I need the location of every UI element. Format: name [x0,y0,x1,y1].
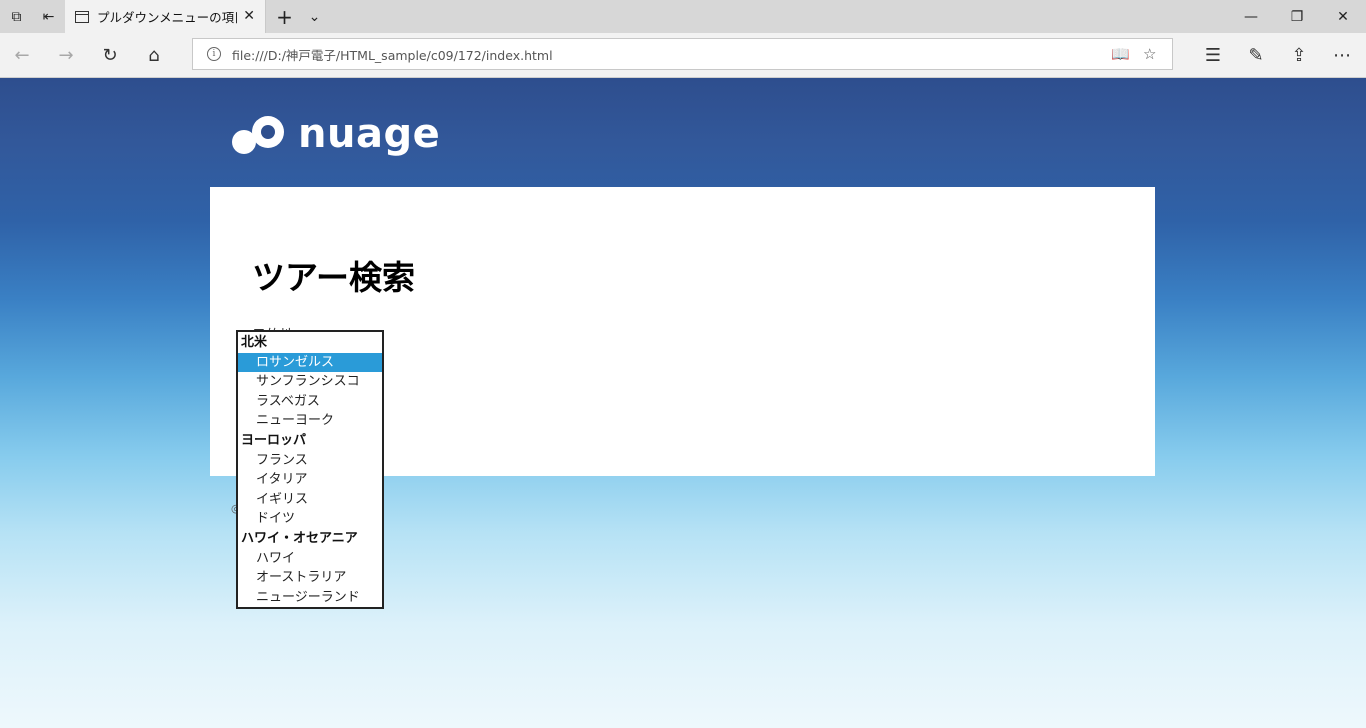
page-content: nuage ツアー検索 目的地 ◎ [0,78,1366,728]
optgroup-label: ヨーロッパ [241,432,307,448]
nav-bar: ← → ↻ ⌂ i file:///D:/神戸電子/HTML_sample/c0… [0,33,1366,78]
dropdown-option[interactable]: ロサンゼルス [238,352,382,373]
web-note-icon[interactable]: ✎ [1240,39,1272,71]
refresh-icon[interactable]: ↻ [94,39,126,71]
optgroup-label: ハワイ・オセアニア [241,530,358,546]
forward-icon[interactable]: → [50,39,82,71]
tab-bar: ⧉ ⇤ プルダウンメニューの項目を: ✕ + ⌄ — ❐ ✕ [0,0,1366,33]
new-tab-icon[interactable]: + [268,0,301,33]
url-text: file:///D:/神戸電子/HTML_sample/c09/172/inde… [232,47,553,63]
dropdown-option[interactable]: ハワイ [238,549,382,569]
restore-icon[interactable]: ❐ [1274,0,1320,33]
dropdown-option[interactable]: ニューヨーク [238,411,382,431]
tab-preview-chevron-icon[interactable]: ⌄ [298,0,331,33]
dropdown-option[interactable]: イギリス [238,490,382,510]
reading-view-icon[interactable]: 📖 [1111,45,1130,63]
favorite-star-icon[interactable]: ☆ [1143,45,1156,63]
destination-dropdown-list[interactable]: 北米ロサンゼルス サンフランシスコ ラスベガス ニューヨーク ヨーロッパフランス イタリア… [236,330,384,609]
optgroup-label: 北米 [241,335,268,350]
favorites-hub-icon[interactable]: ☰ [1197,39,1229,71]
page-icon [75,10,89,23]
close-window-icon[interactable]: ✕ [1320,0,1366,33]
dropdown-option[interactable]: フランス [238,451,382,471]
home-icon[interactable]: ⌂ [138,39,170,71]
page-title: ツアー検索 [252,258,416,297]
tab-manager-icon[interactable]: ⧉ [0,0,33,33]
browser-tab[interactable]: プルダウンメニューの項目を: ✕ [65,0,266,33]
close-tab-icon[interactable]: ✕ [243,8,255,24]
more-icon[interactable]: ⋯ [1326,39,1358,71]
dropdown-option[interactable]: サンフランシスコ [238,372,382,392]
info-icon[interactable]: i [207,47,221,61]
nuage-logo: nuage [230,110,440,158]
back-icon[interactable]: ← [6,39,38,71]
dropdown-option[interactable]: オーストラリア [238,568,382,588]
logo-text: nuage [298,111,441,157]
dropdown-option[interactable]: イタリア [238,470,382,490]
share-icon[interactable]: ⇪ [1283,39,1315,71]
tab-title: プルダウンメニューの項目を: [97,10,237,25]
dropdown-option[interactable]: ドイツ [238,509,382,529]
dropdown-option[interactable]: ニュージーランド [238,588,382,608]
address-bar[interactable]: i file:///D:/神戸電子/HTML_sample/c09/172/in… [192,38,1173,70]
set-tabs-aside-icon[interactable]: ⇤ [32,0,65,33]
logo-mark-icon [232,116,284,154]
minimize-icon[interactable]: — [1228,0,1274,33]
dropdown-option[interactable]: ラスベガス [238,392,382,412]
